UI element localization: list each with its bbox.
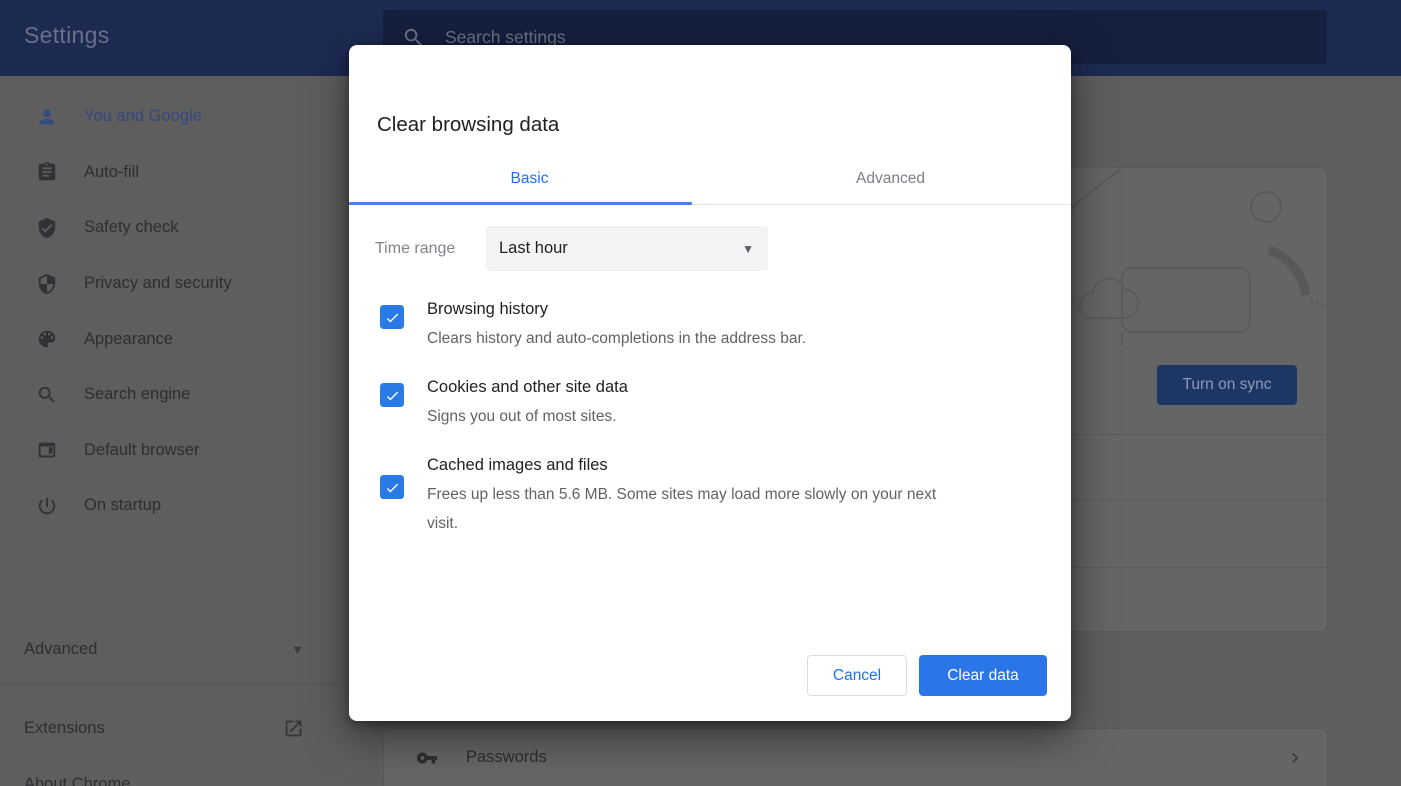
- time-range-row: Time range Last hour ▼: [375, 226, 768, 271]
- dialog-title: Clear browsing data: [377, 113, 560, 136]
- dialog-tabs: Basic Advanced: [349, 153, 1071, 205]
- tab-advanced[interactable]: Advanced: [710, 153, 1071, 205]
- dialog-footer: Cancel Clear data: [807, 655, 1047, 696]
- option-cookies: Cookies and other site data Signs you ou…: [380, 372, 1020, 431]
- sidebar-item-label: Appearance: [84, 329, 173, 348]
- cookies-checkbox[interactable]: [380, 383, 404, 407]
- option-description: Frees up less than 5.6 MB. Some sites ma…: [427, 486, 937, 532]
- sidebar-divider: [0, 684, 337, 685]
- search-icon: [38, 386, 55, 403]
- autofill-icon: [38, 162, 56, 181]
- check-icon: [386, 313, 398, 322]
- autofill-card: Passwords: [383, 728, 1328, 786]
- page-title: Settings: [24, 22, 110, 48]
- option-label: Browsing history: [427, 300, 549, 318]
- sidebar-item-label: Default browser: [84, 440, 200, 459]
- option-description: Clears history and auto-completions in t…: [427, 330, 807, 347]
- sidebar-item-default-browser[interactable]: Default browser: [0, 423, 337, 479]
- sidebar-item-label: Privacy and security: [84, 274, 232, 293]
- active-tab-indicator: [349, 202, 692, 205]
- tab-basic[interactable]: Basic: [349, 153, 710, 205]
- chevron-right-icon[interactable]: [1285, 748, 1305, 768]
- option-description: Signs you out of most sites.: [427, 408, 617, 425]
- check-icon: [386, 391, 398, 400]
- chrome-settings-page: Settings Search settings You and Google …: [0, 0, 1401, 786]
- cancel-button[interactable]: Cancel: [807, 655, 907, 696]
- clear-data-options: Browsing history Clears history and auto…: [380, 294, 1020, 557]
- advanced-label: Advanced: [24, 640, 98, 658]
- sidebar-nav: You and Google Auto-fill Safety check Pr…: [0, 89, 337, 534]
- check-icon: [386, 483, 398, 492]
- option-label: Cookies and other site data: [427, 378, 628, 396]
- sidebar-footer: Extensions About Chrome: [0, 701, 337, 786]
- passwords-row-label: Passwords: [466, 748, 547, 766]
- time-range-select[interactable]: Last hour ▼: [486, 226, 768, 271]
- chevron-down-icon: ▼: [291, 642, 304, 657]
- sidebar-item-on-startup[interactable]: On startup: [0, 478, 337, 534]
- time-range-value: Last hour: [499, 239, 568, 257]
- browser-window-icon: [38, 443, 56, 458]
- sidebar-item-you-and-google[interactable]: You and Google: [0, 89, 337, 145]
- palette-icon: [38, 330, 56, 348]
- chevron-down-icon: ▼: [742, 241, 754, 256]
- sidebar-item-label: You and Google: [84, 107, 202, 126]
- browsing-history-checkbox[interactable]: [380, 305, 404, 329]
- sidebar-item-safety-check[interactable]: Safety check: [0, 200, 337, 256]
- option-browsing-history: Browsing history Clears history and auto…: [380, 294, 1020, 353]
- sidebar-advanced-toggle[interactable]: Advanced ▼: [0, 622, 337, 677]
- sidebar-item-autofill[interactable]: Auto-fill: [0, 145, 337, 201]
- option-cached-files: Cached images and files Frees up less th…: [380, 450, 1020, 538]
- sidebar-item-label: On startup: [84, 496, 162, 515]
- safety-check-icon: [38, 217, 56, 239]
- turn-on-sync-button[interactable]: Turn on sync: [1157, 365, 1297, 405]
- sidebar-item-label: Search engine: [84, 385, 191, 404]
- clear-data-button[interactable]: Clear data: [919, 655, 1047, 696]
- open-in-new-icon: [285, 720, 302, 737]
- sidebar-item-about-chrome[interactable]: About Chrome: [0, 757, 337, 786]
- sidebar-item-search-engine[interactable]: Search engine: [0, 367, 337, 423]
- sidebar: You and Google Auto-fill Safety check Pr…: [0, 76, 383, 786]
- extensions-label: Extensions: [24, 719, 105, 738]
- sidebar-item-label: Auto-fill: [84, 162, 140, 181]
- power-icon: [38, 497, 56, 515]
- key-icon: [416, 752, 438, 763]
- sidebar-item-label: Safety check: [84, 218, 179, 237]
- person-icon: [39, 109, 55, 125]
- option-label: Cached images and files: [427, 456, 608, 474]
- sidebar-item-appearance[interactable]: Appearance: [0, 311, 337, 367]
- cached-files-checkbox[interactable]: [380, 475, 404, 499]
- sidebar-item-privacy-and-security[interactable]: Privacy and security: [0, 256, 337, 312]
- time-range-label: Time range: [375, 239, 456, 257]
- sidebar-item-extensions[interactable]: Extensions: [0, 701, 337, 757]
- privacy-shield-icon: [38, 273, 56, 294]
- clear-browsing-data-dialog: Clear browsing data Basic Advanced Time …: [349, 45, 1071, 721]
- about-chrome-label: About Chrome: [24, 774, 131, 786]
